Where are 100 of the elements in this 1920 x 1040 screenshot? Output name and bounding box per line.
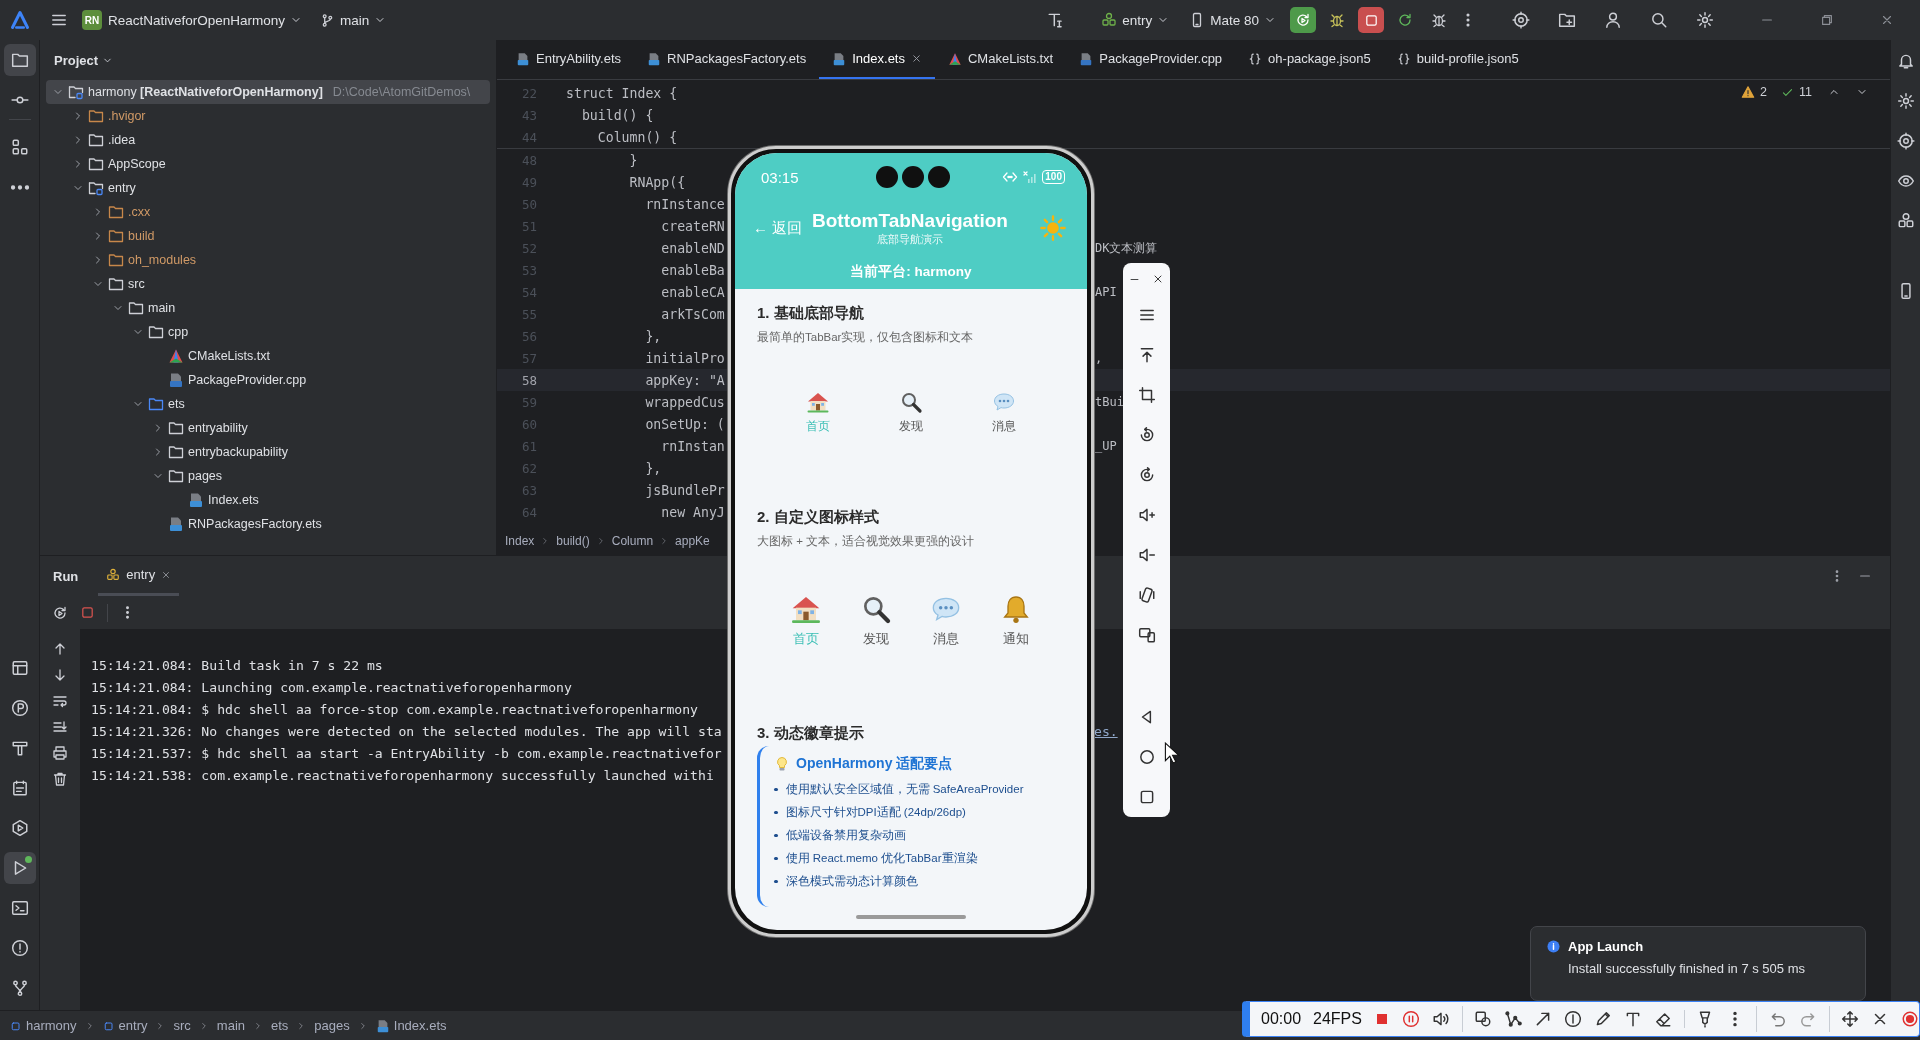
home-icon[interactable] <box>1137 748 1156 766</box>
tool-window-button[interactable] <box>3 852 36 884</box>
editor-tab[interactable]: build-profile.json5 <box>1383 40 1532 79</box>
restore-icon[interactable] <box>1820 13 1834 27</box>
tool-window-button[interactable] <box>3 44 36 76</box>
breadcrumb-item[interactable]: harmony <box>10 1018 77 1033</box>
breadcrumb-item[interactable]: appKe <box>675 534 710 548</box>
trash-icon[interactable] <box>52 771 68 787</box>
tab-item[interactable]: 消息 <box>957 390 1051 434</box>
tab-item[interactable]: 发现 <box>864 390 958 434</box>
target-icon[interactable] <box>1512 11 1530 29</box>
search-icon[interactable] <box>1650 11 1668 29</box>
counter-icon[interactable] <box>1564 1010 1583 1028</box>
tree-item[interactable]: build <box>46 224 490 248</box>
editor-tab[interactable]: PackageProvider.cpp <box>1066 40 1236 79</box>
polyline-icon[interactable] <box>1504 1010 1523 1028</box>
breadcrumb-item[interactable]: ets <box>271 1018 289 1033</box>
breadcrumb-item[interactable]: main <box>216 1018 245 1033</box>
folder-icon <box>88 156 104 172</box>
volume-down-icon[interactable] <box>1137 546 1156 564</box>
target-icon[interactable] <box>1896 132 1915 150</box>
workspace-selector[interactable]: ReactNativeforOpenHarmony <box>102 6 309 34</box>
breadcrumb-item[interactable]: Index <box>505 534 535 548</box>
soft-wrap-icon[interactable] <box>52 693 68 709</box>
tree-item[interactable]: PackageProvider.cpp <box>46 368 490 392</box>
log-line: 15:14:21.084: Build task in 7 s 22 ms <box>91 657 383 673</box>
folder-icon[interactable] <box>1558 11 1576 29</box>
editor-tab[interactable]: Index.ets <box>819 40 935 79</box>
tree-item[interactable]: main <box>46 296 490 320</box>
tree-item[interactable]: src <box>46 272 490 296</box>
close-icon[interactable] <box>1152 273 1164 285</box>
record-icon[interactable] <box>1900 1010 1919 1028</box>
module-icon <box>102 1019 115 1032</box>
code-line: tBui <box>1095 395 1124 409</box>
tab-item[interactable]: 通知 <box>981 593 1051 647</box>
folder-icon <box>108 204 124 220</box>
tree-item[interactable]: .hvigor <box>46 104 490 128</box>
tree-item[interactable]: pages <box>46 464 490 488</box>
tree-item[interactable]: harmony [ReactNativeforOpenHarmony] D:\Code\AtomGitDemos\ <box>46 80 490 104</box>
stop-button[interactable] <box>1358 7 1384 33</box>
tree-item[interactable]: entrybackupability <box>46 440 490 464</box>
folder-icon <box>108 276 124 292</box>
tree-item[interactable]: AppScope <box>46 152 490 176</box>
circle-gear-icon[interactable] <box>1896 92 1915 110</box>
editor-tab[interactable]: oh-package.json5 <box>1235 40 1384 79</box>
code-line: API <box>1095 285 1117 299</box>
project-view-selector[interactable]: Project <box>48 49 120 71</box>
speaker-icon[interactable] <box>1431 1010 1450 1028</box>
settings-icon[interactable] <box>1696 11 1714 29</box>
stop-icon[interactable] <box>80 605 95 620</box>
tree-item[interactable]: Index.ets <box>46 488 490 512</box>
eraser-icon[interactable] <box>1654 1010 1673 1028</box>
close-icon[interactable] <box>911 53 922 64</box>
braces-icon <box>1248 51 1263 66</box>
multi-screen-icon[interactable] <box>1137 626 1156 644</box>
rerun-icon[interactable] <box>52 604 68 621</box>
tree-item[interactable]: CMakeLists.txt <box>46 344 490 368</box>
branch-selector[interactable]: main <box>314 6 393 34</box>
tab-item[interactable]: 消息 <box>911 593 981 647</box>
device-selector[interactable]: Mate 80 <box>1183 6 1282 34</box>
tree-item[interactable]: .idea <box>46 128 490 152</box>
volume-up-icon[interactable] <box>1137 506 1156 524</box>
pencil-icon[interactable] <box>1594 1010 1613 1028</box>
tree-item[interactable]: .cxx <box>46 200 490 224</box>
tree-item[interactable]: RNPackagesFactory.ets <box>46 512 490 536</box>
warning-icon <box>1741 85 1756 99</box>
breadcrumb-item[interactable]: Index.ets <box>375 1018 447 1033</box>
run-button[interactable] <box>1290 7 1316 33</box>
breadcrumb-item[interactable]: build() <box>556 534 590 548</box>
person-icon[interactable] <box>1604 11 1622 29</box>
tree-item[interactable]: entry <box>46 176 490 200</box>
run-config-selector[interactable]: entry <box>1095 6 1176 34</box>
tree-item[interactable]: cpp <box>46 320 490 344</box>
log-link[interactable]: es. <box>1094 723 1118 739</box>
editor-tab[interactable]: EntryAbility.ets <box>503 40 634 79</box>
hammer-icon <box>10 739 29 757</box>
editor-tab[interactable]: RNPackagesFactory.ets <box>634 40 820 79</box>
move-icon[interactable] <box>1840 1010 1859 1028</box>
redo-icon[interactable] <box>1798 1010 1817 1028</box>
notifications-icon[interactable] <box>1896 52 1915 70</box>
print-icon[interactable] <box>52 745 68 761</box>
tree-item[interactable]: oh_modules <box>46 248 490 272</box>
shake-icon[interactable] <box>1137 586 1156 604</box>
cubes-icon[interactable] <box>1896 212 1915 230</box>
eye-icon[interactable] <box>1896 172 1915 190</box>
run-tab[interactable]: entry <box>98 556 180 596</box>
shapes-icon[interactable] <box>1474 1010 1493 1028</box>
breadcrumb-item[interactable]: src <box>173 1018 191 1033</box>
breadcrumb-item[interactable]: entry <box>102 1018 148 1033</box>
tab-item[interactable]: 发现 <box>841 593 911 647</box>
editor-tab[interactable]: CMakeLists.txt <box>935 40 1067 79</box>
breadcrumb-item[interactable]: pages <box>314 1018 350 1033</box>
scroll-to-end-icon[interactable] <box>52 719 68 735</box>
crop-icon[interactable] <box>1137 386 1156 404</box>
pause-icon[interactable] <box>1401 1010 1420 1028</box>
breadcrumb-item[interactable]: Column <box>611 534 654 548</box>
tree-item[interactable]: entryability <box>46 416 490 440</box>
folder-icon <box>168 444 184 460</box>
tree-item[interactable]: ets <box>46 392 490 416</box>
logo-icon[interactable] <box>10 10 30 30</box>
